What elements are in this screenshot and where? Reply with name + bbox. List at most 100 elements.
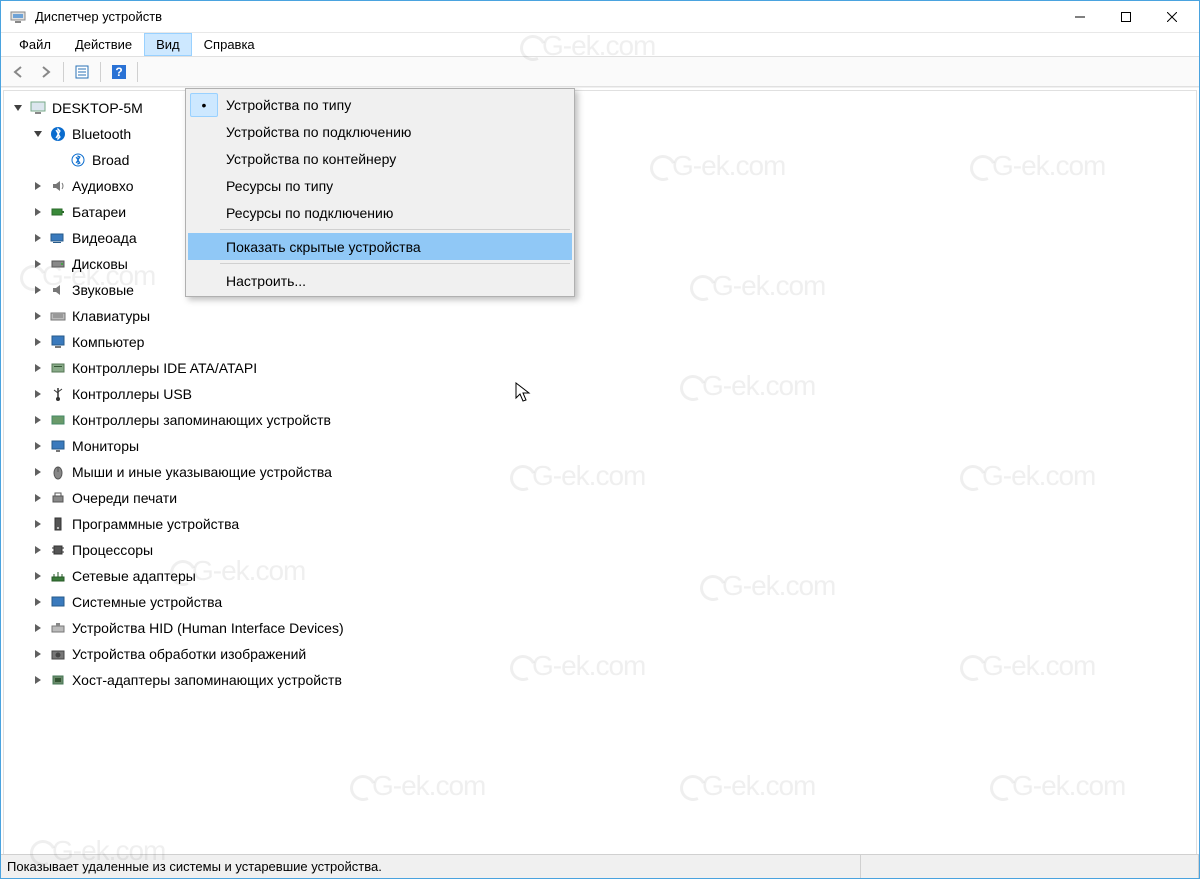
menu-devices-by-type[interactable]: • Устройства по типу — [188, 91, 572, 118]
menu-action[interactable]: Действие — [63, 33, 144, 56]
menu-resources-by-connection[interactable]: Ресурсы по подключению — [188, 199, 572, 226]
tree-mice[interactable]: Мыши и иные указывающие устройства — [6, 459, 1194, 485]
tree-label: Программные устройства — [72, 516, 239, 532]
tree-ide-controllers[interactable]: Контроллеры IDE ATA/ATAPI — [6, 355, 1194, 381]
menu-customize[interactable]: Настроить... — [188, 267, 572, 294]
tree-software-devices[interactable]: Программные устройства — [6, 511, 1194, 537]
tree-label: Контроллеры IDE ATA/ATAPI — [72, 360, 257, 376]
disk-icon — [48, 254, 68, 274]
expand-icon[interactable] — [30, 568, 46, 584]
tree-storage-controllers[interactable]: Контроллеры запоминающих устройств — [6, 407, 1194, 433]
tree-print-queues[interactable]: Очереди печати — [6, 485, 1194, 511]
tree-network-adapters[interactable]: Сетевые адаптеры — [6, 563, 1194, 589]
menu-file[interactable]: Файл — [7, 33, 63, 56]
expand-icon[interactable] — [30, 256, 46, 272]
content-area: DESKTOP-5M Bluetooth Broad Аудиовхо Бата — [1, 87, 1199, 854]
tree-keyboards[interactable]: Клавиатуры — [6, 303, 1194, 329]
back-button[interactable] — [7, 60, 31, 84]
window-title: Диспетчер устройств — [35, 9, 1057, 24]
computer-icon — [48, 332, 68, 352]
maximize-button[interactable] — [1103, 2, 1149, 32]
tree-label: DESKTOP-5M — [52, 100, 143, 116]
close-button[interactable] — [1149, 2, 1195, 32]
usb-icon — [48, 384, 68, 404]
tree-label: Контроллеры запоминающих устройств — [72, 412, 331, 428]
tree-label: Устройства обработки изображений — [72, 646, 306, 662]
minimize-button[interactable] — [1057, 2, 1103, 32]
expand-icon[interactable] — [30, 620, 46, 636]
tree-system-devices[interactable]: Системные устройства — [6, 589, 1194, 615]
tree-label: Клавиатуры — [72, 308, 150, 324]
tree-usb-controllers[interactable]: Контроллеры USB — [6, 381, 1194, 407]
sound-icon — [48, 280, 68, 300]
status-text: Показывает удаленные из системы и устаре… — [1, 855, 861, 878]
expand-icon[interactable] — [30, 516, 46, 532]
menu-resources-by-type[interactable]: Ресурсы по типу — [188, 172, 572, 199]
cpu-icon — [48, 540, 68, 560]
device-tree[interactable]: DESKTOP-5M Bluetooth Broad Аудиовхо Бата — [4, 91, 1196, 697]
audio-icon — [48, 176, 68, 196]
expand-icon[interactable] — [30, 412, 46, 428]
monitor-icon — [48, 436, 68, 456]
menu-devices-by-container[interactable]: Устройства по контейнеру — [188, 145, 572, 172]
tree-monitors[interactable]: Мониторы — [6, 433, 1194, 459]
display-adapter-icon — [48, 228, 68, 248]
titlebar[interactable]: Диспетчер устройств — [1, 1, 1199, 33]
menu-show-hidden-devices[interactable]: Показать скрытые устройства — [188, 233, 572, 260]
menu-help[interactable]: Справка — [192, 33, 267, 56]
expand-icon[interactable] — [30, 282, 46, 298]
bluetooth-device-icon — [68, 150, 88, 170]
tree-processors[interactable]: Процессоры — [6, 537, 1194, 563]
window-controls — [1057, 2, 1195, 32]
mouse-icon — [48, 462, 68, 482]
tree-label: Процессоры — [72, 542, 153, 558]
tree-host-adapters[interactable]: Хост-адаптеры запоминающих устройств — [6, 667, 1194, 693]
expand-icon[interactable] — [30, 204, 46, 220]
tree-imaging-devices[interactable]: Устройства обработки изображений — [6, 641, 1194, 667]
expand-icon[interactable] — [30, 672, 46, 688]
expand-icon[interactable] — [30, 464, 46, 480]
properties-button[interactable] — [70, 60, 94, 84]
toolbar-separator — [100, 62, 101, 82]
toolbar-separator — [63, 62, 64, 82]
tree-label: Звуковые — [72, 282, 134, 298]
expand-icon[interactable] — [30, 646, 46, 662]
hid-icon — [48, 618, 68, 638]
printer-icon — [48, 488, 68, 508]
expand-icon[interactable] — [30, 490, 46, 506]
tree-label: Хост-адаптеры запоминающих устройств — [72, 672, 342, 688]
tree-frame: DESKTOP-5M Bluetooth Broad Аудиовхо Бата — [3, 90, 1197, 854]
computer-icon — [28, 98, 48, 118]
expand-icon[interactable] — [30, 360, 46, 376]
menu-devices-by-connection[interactable]: Устройства по подключению — [188, 118, 572, 145]
tree-label: Сетевые адаптеры — [72, 568, 196, 584]
keyboard-icon — [48, 306, 68, 326]
tree-label: Мыши и иные указывающие устройства — [72, 464, 332, 480]
battery-icon — [48, 202, 68, 222]
help-button[interactable]: ? — [107, 60, 131, 84]
expand-icon[interactable] — [30, 542, 46, 558]
expand-icon[interactable] — [30, 334, 46, 350]
radio-check-icon: • — [190, 93, 218, 117]
expand-icon[interactable] — [30, 594, 46, 610]
camera-icon — [48, 644, 68, 664]
tree-hid-devices[interactable]: Устройства HID (Human Interface Devices) — [6, 615, 1194, 641]
expand-icon[interactable] — [30, 438, 46, 454]
expand-icon[interactable] — [30, 308, 46, 324]
device-manager-window: Диспетчер устройств Файл Действие Вид Сп… — [0, 0, 1200, 879]
expand-icon[interactable] — [30, 386, 46, 402]
expand-icon[interactable] — [30, 230, 46, 246]
statusbar: Показывает удаленные из системы и устаре… — [1, 854, 1199, 878]
tree-computer[interactable]: Компьютер — [6, 329, 1194, 355]
expand-icon[interactable] — [10, 100, 26, 116]
svg-text:?: ? — [115, 65, 122, 79]
host-adapter-icon — [48, 670, 68, 690]
forward-button[interactable] — [33, 60, 57, 84]
network-icon — [48, 566, 68, 586]
tree-label: Очереди печати — [72, 490, 177, 506]
expand-icon[interactable] — [30, 178, 46, 194]
expand-icon[interactable] — [30, 126, 46, 142]
tree-label: Контроллеры USB — [72, 386, 192, 402]
menu-view[interactable]: Вид — [144, 33, 192, 56]
tree-label: Видеоада — [72, 230, 137, 246]
